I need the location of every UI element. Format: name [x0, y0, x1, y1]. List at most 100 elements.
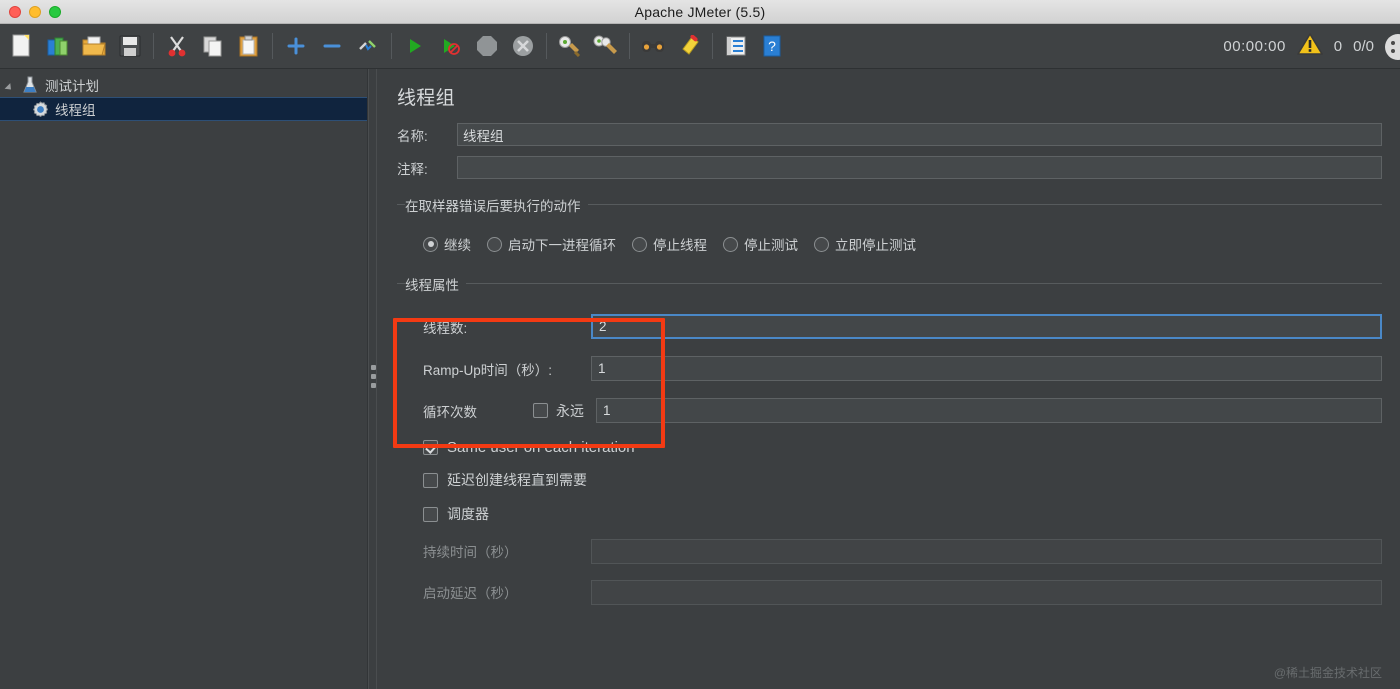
startup-delay-label: 启动延迟（秒） — [423, 586, 518, 601]
ramp-up-input[interactable]: 1 — [591, 356, 1382, 381]
title-bar: Apache JMeter (5.5) — [0, 0, 1400, 24]
num-threads-label: 线程数: — [423, 320, 468, 336]
templates-icon[interactable] — [43, 31, 73, 61]
ramp-up-row: Ramp-Up时间（秒）: 1 — [423, 355, 1382, 382]
radio-stop-test-now-label: 立即停止测试 — [835, 238, 916, 253]
toolbar-separator — [546, 33, 547, 59]
thread-indicator-icon — [1385, 33, 1400, 60]
delay-thread-row[interactable]: 延迟创建线程直到需要 — [423, 470, 1382, 490]
window-title: Apache JMeter (5.5) — [634, 3, 766, 20]
sidebar-item-test-plan[interactable]: 测试计划 — [0, 73, 367, 97]
thread-group-panel: 线程组 名称: 线程组 注释: 在取样器错误后要执行的动作 继续 启动下一进程循… — [377, 69, 1400, 689]
error-action-group-title: 在取样器错误后要执行的动作 — [405, 195, 588, 215]
scheduler-checkbox[interactable] — [423, 506, 438, 522]
group-border — [397, 283, 1382, 284]
duration-label: 持续时间（秒） — [423, 545, 518, 560]
sidebar-item-thread-group[interactable]: 线程组 — [0, 97, 367, 121]
toolbar-separator — [629, 33, 630, 59]
stop-icon[interactable] — [472, 31, 502, 61]
group-border-left — [397, 204, 405, 205]
same-user-checkbox[interactable] — [423, 440, 438, 455]
comment-field-row: 注释: — [397, 156, 1382, 179]
radio-continue[interactable]: 继续 — [423, 234, 471, 254]
start-icon[interactable] — [400, 31, 430, 61]
page-title: 线程组 — [397, 88, 455, 109]
collapse-all-icon[interactable] — [317, 31, 347, 61]
clear-all-icon[interactable] — [591, 31, 621, 61]
open-icon[interactable] — [79, 31, 109, 61]
reset-search-icon[interactable] — [674, 31, 704, 61]
radio-continue-dot[interactable] — [423, 236, 438, 252]
tree-label: 线程组 — [55, 103, 96, 118]
thread-properties-body: 线程数: 2 Ramp-Up时间（秒）: 1 循环次数 永远 1 Same us… — [397, 295, 1382, 624]
startup-delay-row: 启动延迟（秒） — [423, 579, 1382, 605]
scheduler-row[interactable]: 调度器 — [423, 504, 1382, 524]
num-threads-input[interactable]: 2 — [591, 314, 1382, 339]
error-count: 0 — [1333, 38, 1343, 55]
paste-icon[interactable] — [234, 31, 264, 61]
shutdown-icon[interactable] — [508, 31, 538, 61]
radio-stop-test-now-dot[interactable] — [814, 236, 829, 252]
copy-icon[interactable] — [198, 31, 228, 61]
warning-icon[interactable] — [1296, 32, 1323, 61]
new-icon[interactable] — [7, 31, 37, 61]
radio-start-next-loop[interactable]: 启动下一进程循环 — [487, 234, 616, 254]
name-input[interactable]: 线程组 — [457, 123, 1382, 146]
watermark: @稀土掘金技术社区 — [1273, 666, 1382, 680]
toolbar-separator — [272, 33, 273, 59]
main-body: 测试计划 线程组 线程组 名称: 线程组 注释: 在取样器错误后要执行的动作 继… — [0, 69, 1400, 689]
comment-input[interactable] — [457, 156, 1382, 179]
num-threads-row: 线程数: 2 — [423, 313, 1382, 340]
radio-start-next-loop-dot[interactable] — [487, 236, 502, 252]
loop-count-row: 循环次数 永远 1 — [423, 397, 1382, 424]
error-action-group: 在取样器错误后要执行的动作 继续 启动下一进程循环 停止线程 停止测试 立即停止… — [397, 195, 1382, 258]
name-label: 名称: — [397, 128, 428, 144]
delay-thread-checkbox[interactable] — [423, 472, 438, 488]
same-user-label: Same user on each iteration — [447, 439, 635, 456]
expand-all-icon[interactable] — [281, 31, 311, 61]
search-icon[interactable] — [638, 31, 668, 61]
same-user-row[interactable]: Same user on each iteration — [423, 439, 1382, 456]
group-border-left — [397, 283, 405, 284]
radio-stop-test[interactable]: 停止测试 — [723, 234, 798, 254]
startup-delay-input — [591, 579, 1382, 605]
loop-forever-checkbox[interactable]: 永远 — [533, 401, 584, 421]
help-icon[interactable]: ? — [757, 31, 787, 61]
test-plan-tree[interactable]: 测试计划 线程组 — [0, 69, 368, 689]
clear-icon[interactable] — [555, 31, 585, 61]
duration-input — [591, 538, 1382, 564]
delay-thread-label: 延迟创建线程直到需要 — [447, 472, 587, 488]
elapsed-timer: 00:00:00 — [1223, 38, 1286, 55]
chevron-down-icon[interactable] — [4, 78, 18, 92]
thread-properties-group: 线程属性 线程数: 2 Ramp-Up时间（秒）: 1 循环次数 永远 1 Sa… — [397, 274, 1382, 624]
duration-row: 持续时间（秒） — [423, 538, 1382, 564]
error-action-body: 继续 启动下一进程循环 停止线程 停止测试 立即停止测试 — [397, 216, 1382, 258]
svg-text:?: ? — [768, 38, 776, 54]
active-thread-count: 0/0 — [1353, 38, 1374, 55]
radio-stop-test-dot[interactable] — [723, 236, 738, 252]
loop-count-input[interactable]: 1 — [596, 398, 1382, 423]
toolbar-separator — [391, 33, 392, 59]
radio-stop-thread-dot[interactable] — [632, 236, 647, 252]
toolbar-status: 00:00:00 0 0/0 — [1223, 24, 1400, 69]
radio-stop-test-now[interactable]: 立即停止测试 — [814, 234, 916, 254]
panel-splitter[interactable] — [368, 69, 377, 689]
radio-stop-test-label: 停止测试 — [744, 238, 798, 253]
scheduler-label: 调度器 — [447, 506, 489, 522]
function-helper-icon[interactable] — [721, 31, 751, 61]
ramp-up-label: Ramp-Up时间（秒）: — [423, 362, 553, 378]
save-icon[interactable] — [115, 31, 145, 61]
loop-forever-checkbox-box[interactable] — [533, 403, 548, 418]
start-no-pause-icon[interactable] — [436, 31, 466, 61]
toolbar-separator — [712, 33, 713, 59]
toggle-icon[interactable] — [353, 31, 383, 61]
name-field-row: 名称: 线程组 — [397, 123, 1382, 146]
cut-icon[interactable] — [162, 31, 192, 61]
thread-group-icon — [30, 100, 50, 118]
radio-continue-label: 继续 — [444, 238, 471, 253]
splitter-grip-icon[interactable] — [371, 365, 376, 393]
radio-stop-thread[interactable]: 停止线程 — [632, 234, 707, 254]
tree-label: 测试计划 — [45, 79, 99, 94]
error-action-radio-group: 继续 启动下一进程循环 停止线程 停止测试 立即停止测试 — [423, 234, 1382, 254]
radio-start-next-loop-label: 启动下一进程循环 — [508, 238, 616, 253]
